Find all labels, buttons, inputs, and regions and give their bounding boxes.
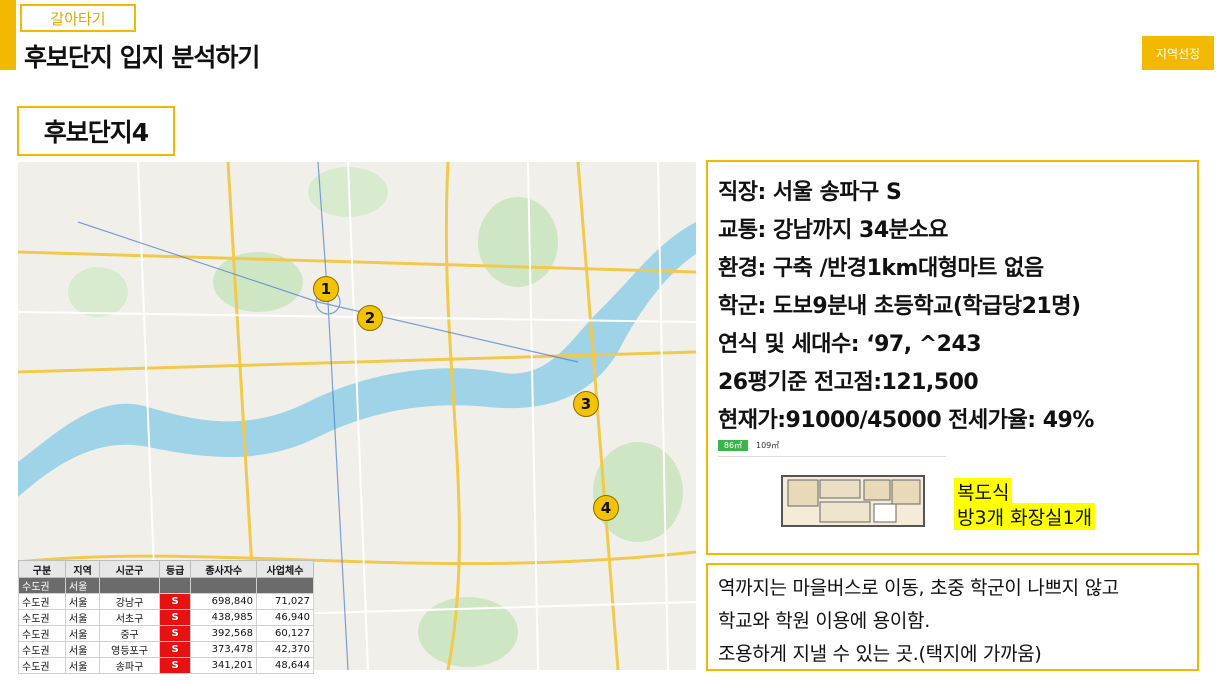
floor-plan: 86㎡ 109㎡ xyxy=(718,440,946,540)
summary-line: 조용하게 지낼 수 있는 곳.(택지에 가까움) xyxy=(718,643,1042,665)
grade-badge: S xyxy=(158,657,192,674)
region-select-button[interactable]: 지역선정 xyxy=(1142,36,1214,70)
table-cell: 341,201 xyxy=(190,657,258,674)
info-school: 학군: 도보9분내 초등학교(학급당21명) xyxy=(718,294,1081,319)
table-header-row: 구분 지역 시군구 등급 종사자수 사업체수 xyxy=(18,560,314,578)
title-accent-bar xyxy=(0,0,16,70)
table-cell: 392,568 xyxy=(190,625,258,642)
table-cell: 수도권 xyxy=(18,609,66,626)
table-cell: 영등포구 xyxy=(99,641,160,658)
table-row: 수도권 서울 영등포구 S 373,478 42,370 xyxy=(18,641,314,658)
table-cell: 48,644 xyxy=(256,657,314,674)
table-cell: 서울 xyxy=(64,609,101,626)
rooms-highlight: 방3개 화장실1개 xyxy=(954,503,1096,530)
complex-info-box: 직장: 서울 송파구 S 교통: 강남까지 34분소요 환경: 구축 /반경1k… xyxy=(706,160,1199,555)
table-header: 등급 xyxy=(158,560,192,578)
map-marker-4[interactable]: 4 xyxy=(593,495,619,521)
corridor-type-highlight: 복도식 xyxy=(954,478,1013,505)
info-environment: 환경: 구축 /반경1km대형마트 없음 xyxy=(718,256,1044,281)
table-cell: 60,127 xyxy=(256,625,314,642)
info-current-price: 현재가:91000/45000 전세가율: 49% xyxy=(718,408,1094,433)
info-workplace: 직장: 서울 송파구 S xyxy=(718,180,902,205)
table-cell: 중구 xyxy=(99,625,160,642)
map-marker-3[interactable]: 3 xyxy=(573,391,599,417)
table-row: 수도권 서울 중구 S 392,568 60,127 xyxy=(18,625,314,642)
grade-badge: S xyxy=(158,593,192,610)
map-marker-1[interactable]: 1 xyxy=(313,276,339,302)
table-cell: 수도권 xyxy=(18,641,66,658)
table-cell: 서울 xyxy=(64,657,101,674)
table-group-row: 수도권 서울 xyxy=(18,577,314,594)
table-cell: 71,027 xyxy=(256,593,314,610)
plan-area-tag: 86㎡ xyxy=(718,440,748,451)
table-cell: 수도권 xyxy=(18,657,66,674)
info-transport: 교통: 강남까지 34분소요 xyxy=(718,218,948,243)
employment-stats-table: 구분 지역 시군구 등급 종사자수 사업체수 수도권 서울 수도권 서울 강남구… xyxy=(18,560,314,674)
table-cell: 42,370 xyxy=(256,641,314,658)
table-cell: 서울 xyxy=(64,577,101,594)
summary-line: 학교와 학원 이용에 용이함. xyxy=(718,610,930,632)
table-row: 수도권 서울 서초구 S 438,985 46,940 xyxy=(18,609,314,626)
table-cell: 46,940 xyxy=(256,609,314,626)
table-cell: 서울 xyxy=(64,593,101,610)
table-cell: 373,478 xyxy=(190,641,258,658)
table-row: 수도권 서울 강남구 S 698,840 71,027 xyxy=(18,593,314,610)
table-row: 수도권 서울 송파구 S 341,201 48,644 xyxy=(18,657,314,674)
table-cell: 서울 xyxy=(64,625,101,642)
summary-box: 역까지는 마을버스로 이동, 초중 학군이 나쁘지 않고 학교와 학원 이용에 … xyxy=(706,563,1199,671)
table-cell: 수도권 xyxy=(18,625,66,642)
table-header: 종사자수 xyxy=(190,560,258,578)
grade-badge: S xyxy=(158,641,192,658)
grade-badge: S xyxy=(158,609,192,626)
summary-line: 역까지는 마을버스로 이동, 초중 학군이 나쁘지 않고 xyxy=(718,577,1119,599)
info-peak-price: 26평기준 전고점:121,500 xyxy=(718,370,979,395)
grade-badge: S xyxy=(158,625,192,642)
table-cell: 수도권 xyxy=(18,593,66,610)
divider xyxy=(718,456,946,457)
table-header: 사업체수 xyxy=(256,560,314,578)
table-cell: 강남구 xyxy=(99,593,160,610)
table-cell: 송파구 xyxy=(99,657,160,674)
floor-plan-drawing xyxy=(781,475,925,527)
table-cell: 서울 xyxy=(64,641,101,658)
plan-size: 109㎡ xyxy=(756,441,780,450)
section-tag: 갈아타기 xyxy=(20,4,136,32)
table-header: 구분 xyxy=(18,560,66,578)
table-header: 지역 xyxy=(64,560,101,578)
table-cell: 698,840 xyxy=(190,593,258,610)
table-cell: 서초구 xyxy=(99,609,160,626)
page-title: 후보단지 입지 분석하기 xyxy=(24,43,260,72)
table-cell: 438,985 xyxy=(190,609,258,626)
table-header: 시군구 xyxy=(99,560,160,578)
info-year-households: 연식 및 세대수: ‘97, ^243 xyxy=(718,332,982,357)
table-cell: 수도권 xyxy=(18,577,66,594)
map-marker-2[interactable]: 2 xyxy=(357,305,383,331)
complex-label: 후보단지4 xyxy=(17,106,175,156)
